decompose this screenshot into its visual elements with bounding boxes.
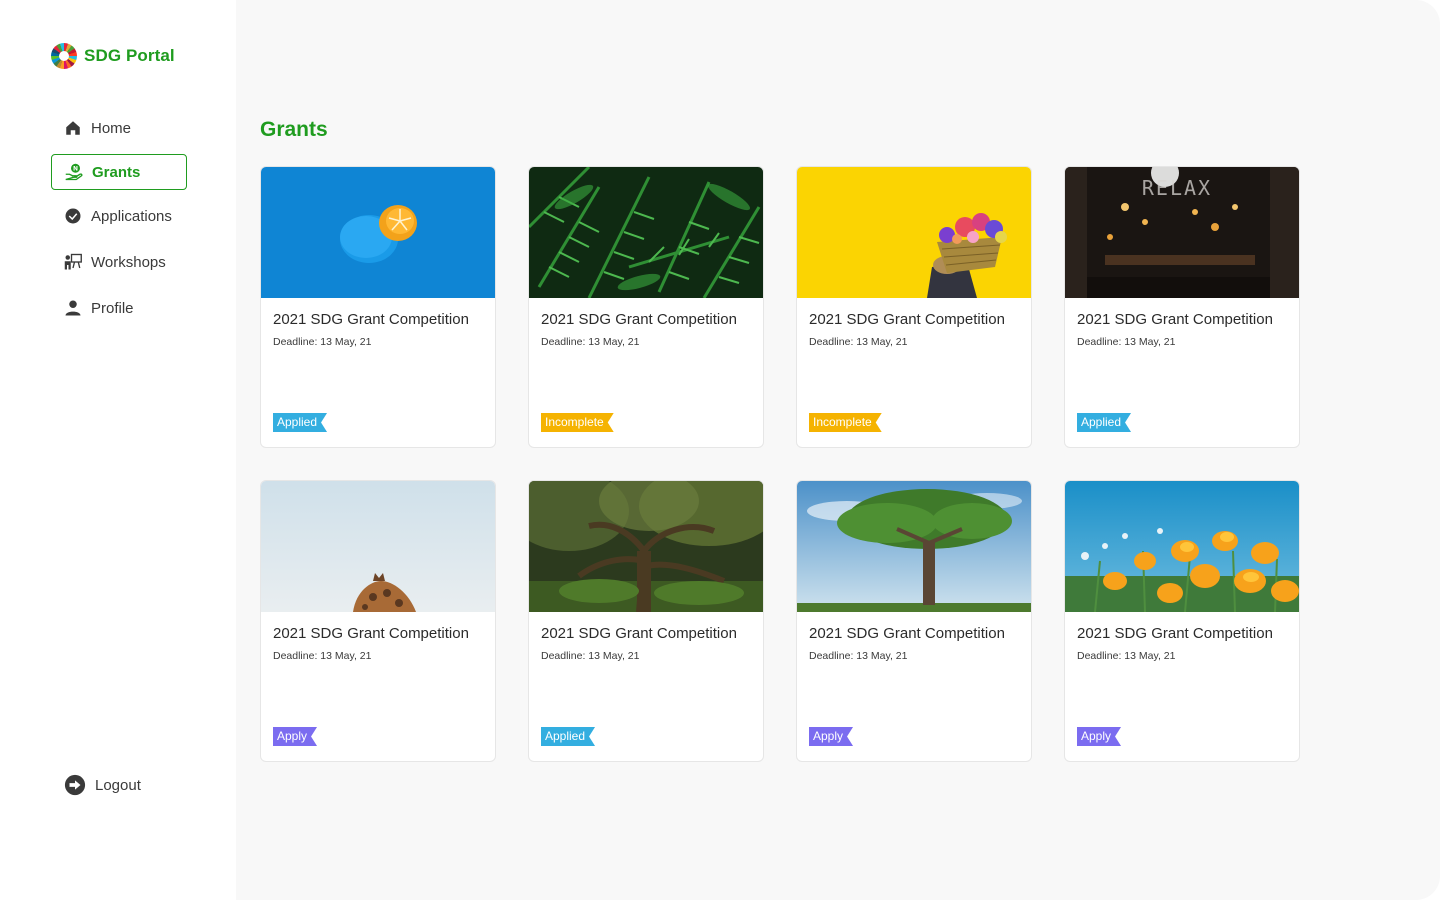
grant-card-title: 2021 SDG Grant Competition [273,625,469,642]
grant-card-image [797,167,1031,298]
grant-card-image [261,167,495,298]
grant-card-deadline: Deadline: 13 May, 21 [273,336,372,348]
grant-card-title: 2021 SDG Grant Competition [1077,311,1273,328]
grant-card-deadline: Deadline: 13 May, 21 [1077,650,1176,662]
sidebar-item-applications[interactable]: Applications [51,198,187,234]
sidebar-item-grants[interactable]: N Grants [51,154,187,190]
grant-card-title: 2021 SDG Grant Competition [541,311,737,328]
status-badge[interactable]: Applied [541,727,595,746]
sidebar-item-label: Grants [92,163,141,181]
grant-card-image [529,481,763,612]
sdg-wheel-icon [51,43,77,69]
status-badge[interactable]: Apply [1077,727,1121,746]
status-badge[interactable]: Incomplete [809,413,882,432]
brand-name: SDG Portal [84,46,175,65]
sidebar-item-label: Home [91,119,132,137]
grant-card-deadline: Deadline: 13 May, 21 [809,336,908,348]
grant-card[interactable]: 2021 SDG Grant Competition Deadline: 13 … [796,480,1032,762]
logout-icon [64,774,86,796]
sidebar: SDG Portal Home N Grants Applications Wo… [0,0,236,900]
grant-card-deadline: Deadline: 13 May, 21 [1077,336,1176,348]
check-circle-icon [64,207,82,225]
page-title: Grants [260,118,328,141]
grant-card-image [797,481,1031,612]
grant-card-title: 2021 SDG Grant Competition [809,311,1005,328]
status-badge[interactable]: Incomplete [541,413,614,432]
grant-card-image: RELAX [1065,167,1299,298]
sidebar-item-label: Workshops [91,253,166,271]
grant-card-deadline: Deadline: 13 May, 21 [541,650,640,662]
status-badge[interactable]: Applied [1077,413,1131,432]
grant-card-image [529,167,763,298]
status-badge[interactable]: Apply [273,727,317,746]
presentation-icon [64,253,82,271]
sidebar-item-profile[interactable]: Profile [51,290,187,326]
status-badge[interactable]: Applied [273,413,327,432]
grant-card-image [261,481,495,612]
home-icon [64,119,82,137]
sidebar-item-label: Applications [91,207,172,225]
grant-card[interactable]: 2021 SDG Grant Competition Deadline: 13 … [796,166,1032,448]
grant-card-image [1065,481,1299,612]
logout-button[interactable]: Logout [64,774,141,796]
grant-card[interactable]: 2021 SDG Grant Competition Deadline: 13 … [528,166,764,448]
grant-card-title: 2021 SDG Grant Competition [273,311,469,328]
svg-text:N: N [73,166,78,173]
sidebar-item-home[interactable]: Home [51,110,187,146]
grant-card-title: 2021 SDG Grant Competition [541,625,737,642]
main-content: Grants 2021 SDG Grant Competition Deadli… [236,0,1440,900]
grant-card[interactable]: 2021 SDG Grant Competition Deadline: 13 … [528,480,764,762]
status-badge[interactable]: Apply [809,727,853,746]
brand[interactable]: SDG Portal [51,42,175,70]
grant-card-deadline: Deadline: 13 May, 21 [273,650,372,662]
grant-card[interactable]: 2021 SDG Grant Competition Deadline: 13 … [1064,480,1300,762]
grant-card-title: 2021 SDG Grant Competition [1077,625,1273,642]
grant-card-deadline: Deadline: 13 May, 21 [809,650,908,662]
grant-card-deadline: Deadline: 13 May, 21 [541,336,640,348]
svg-text:RELAX: RELAX [1142,176,1212,200]
logout-label: Logout [95,776,141,794]
grant-hand-icon: N [65,163,83,181]
grant-card[interactable]: RELAX 2021 SDG Grant Competition Deadlin… [1064,166,1300,448]
grant-card-title: 2021 SDG Grant Competition [809,625,1005,642]
grant-card[interactable]: 2021 SDG Grant Competition Deadline: 13 … [260,166,496,448]
grant-card[interactable]: 2021 SDG Grant Competition Deadline: 13 … [260,480,496,762]
sidebar-item-label: Profile [91,299,134,317]
sidebar-item-workshops[interactable]: Workshops [51,244,187,280]
user-icon [64,299,82,317]
